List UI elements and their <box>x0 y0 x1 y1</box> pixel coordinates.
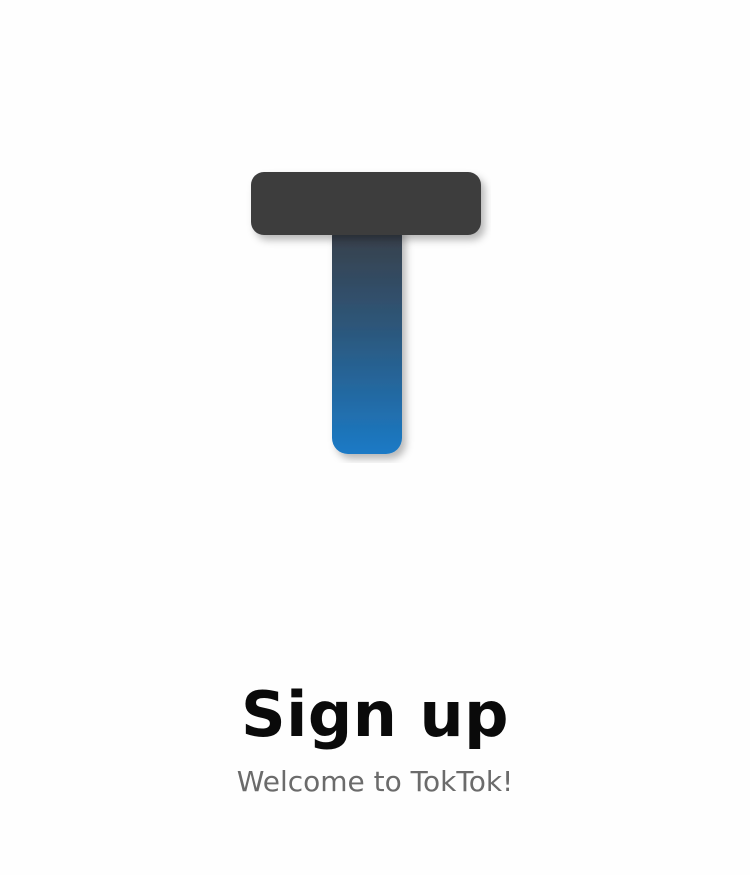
signup-screen: Sign up Welcome to TokTok! <box>0 0 750 875</box>
page-title: Sign up <box>240 678 510 751</box>
welcome-subtitle: Welcome to TokTok! <box>236 765 514 798</box>
toktok-logo-icon <box>251 172 481 454</box>
